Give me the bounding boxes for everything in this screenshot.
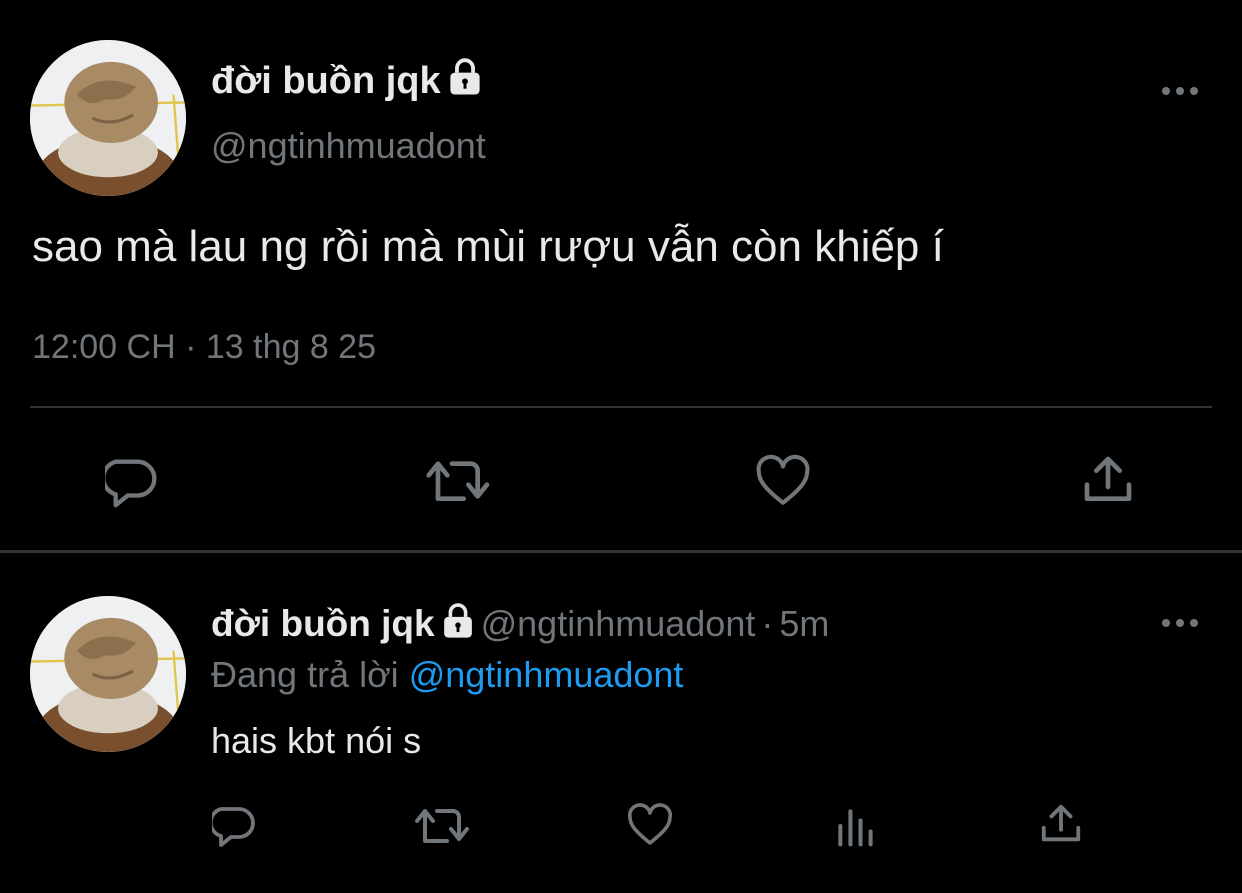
mention-link[interactable]: @ngtinhmuadont: [409, 654, 684, 695]
main-tweet: đời buồn jqk @ngtinhmuadont sao mà lau n…: [0, 0, 1242, 552]
handle[interactable]: @ngtinhmuadont: [481, 603, 756, 644]
divider: [30, 406, 1212, 408]
like-icon[interactable]: [752, 452, 814, 515]
reply-icon[interactable]: [208, 801, 262, 854]
share-icon[interactable]: [1080, 452, 1136, 513]
separator: ·: [761, 603, 774, 644]
more-icon[interactable]: [1160, 616, 1200, 635]
avatar[interactable]: [30, 40, 186, 196]
avatar[interactable]: [30, 596, 186, 752]
like-icon[interactable]: [624, 801, 676, 854]
avatar-image: [30, 40, 186, 196]
lock-icon: [447, 58, 483, 106]
tweet-text: hais kbt nói s: [211, 720, 422, 761]
display-name-text: đời buồn jqk: [211, 60, 441, 102]
lock-icon: [441, 603, 475, 648]
reply-header: đời buồn jqk @ngtinhmuadont · 5m: [211, 603, 829, 648]
analytics-icon[interactable]: [832, 804, 878, 853]
tweet-text: sao mà lau ng rồi mà mùi rượu vẫn còn kh…: [32, 222, 944, 271]
display-name[interactable]: đời buồn jqk: [211, 603, 435, 644]
more-icon[interactable]: [1160, 84, 1200, 103]
retweet-icon[interactable]: [425, 452, 493, 513]
section-divider: [0, 550, 1242, 553]
timestamp[interactable]: 12:00 CH · 13 thg 8 25: [32, 328, 376, 367]
tweet-thread: đời buồn jqk @ngtinhmuadont sao mà lau n…: [0, 0, 1242, 893]
display-name[interactable]: đời buồn jqk: [211, 58, 483, 106]
reply-icon[interactable]: [101, 452, 165, 515]
tweet-age[interactable]: 5m: [779, 603, 829, 644]
replying-to: Đang trả lời @ngtinhmuadont: [211, 654, 683, 696]
retweet-icon[interactable]: [414, 801, 472, 854]
avatar-image: [30, 596, 186, 752]
share-icon[interactable]: [1038, 801, 1084, 852]
replying-prefix: Đang trả lời: [211, 654, 399, 695]
handle[interactable]: @ngtinhmuadont: [211, 125, 486, 167]
